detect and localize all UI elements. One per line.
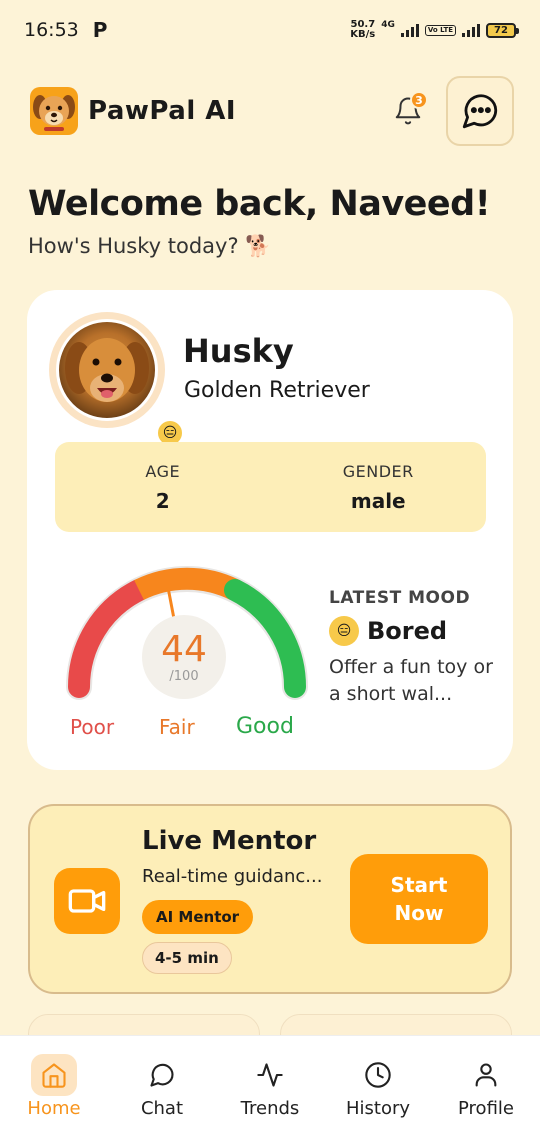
nav-profile-label: Profile — [458, 1098, 514, 1119]
mentor-title: Live Mentor — [142, 826, 317, 856]
mentor-tag-duration: 4-5 min — [142, 942, 232, 974]
gauge-segment-good — [224, 579, 307, 698]
nav-history[interactable]: History — [324, 1036, 432, 1129]
signal-strength-icon-2 — [462, 23, 480, 37]
nav-profile[interactable]: Profile — [432, 1036, 540, 1129]
pet-avatar-ring: 😑 — [49, 312, 185, 448]
bored-face-icon: 😑 — [329, 616, 359, 646]
nav-home[interactable]: Home — [0, 1036, 108, 1129]
signal-strength-icon — [400, 23, 419, 37]
gauge-segment-fair — [134, 567, 240, 600]
nav-history-label: History — [345, 1098, 411, 1119]
latest-mood-title: LATEST MOOD — [329, 588, 471, 608]
latest-mood-value: Bored — [367, 617, 448, 645]
welcome-title: Welcome back, Naveed! — [28, 184, 491, 224]
status-bar: 16:53 P 50.7 KB/s 4G Vo LTE 72 — [0, 0, 540, 60]
battery-icon: 72 — [486, 22, 519, 38]
header-actions: 3 — [390, 76, 514, 146]
pet-breed: Golden Retriever — [184, 378, 370, 403]
video-camera-icon — [54, 868, 120, 934]
gauge-max: /100 — [169, 668, 199, 684]
nav-chat-label: Chat — [140, 1098, 184, 1119]
chat-bubble-icon — [462, 94, 498, 129]
network-speed-unit: KB/s — [350, 29, 376, 40]
gauge-label-fair: Fair — [159, 715, 195, 739]
status-time: 16:53 — [24, 19, 79, 41]
user-icon — [463, 1054, 509, 1096]
network-speed: 50.7 KB/s — [350, 20, 375, 40]
latest-mood-value-row: 😑 Bored — [329, 616, 505, 646]
latest-mood-description: Offer a fun toy or a short wal... — [329, 656, 493, 705]
chat-icon — [139, 1054, 185, 1096]
welcome-subtitle: How's Husky today? 🐕 — [28, 234, 272, 258]
status-left: 16:53 P — [24, 18, 107, 42]
age-label: AGE — [145, 461, 181, 481]
bottom-nav: Home Chat Trends History Profile — [0, 1035, 540, 1129]
dog-logo-icon — [30, 87, 78, 135]
battery-level: 72 — [494, 24, 508, 36]
pet-info-box: AGE 2 GENDER male — [55, 442, 486, 532]
pet-card[interactable]: 😑 Husky Golden Retriever AGE 2 GENDER ma… — [27, 290, 513, 770]
gender-value: male — [350, 488, 406, 513]
age-value: 2 — [155, 488, 170, 513]
live-mentor-card[interactable]: Live Mentor Real-time guidanc... AI Ment… — [28, 804, 512, 994]
notifications-button[interactable]: 3 — [390, 91, 428, 129]
gauge-score: 44 — [161, 628, 207, 670]
nav-chat[interactable]: Chat — [108, 1036, 216, 1129]
mentor-tag-ai: AI Mentor — [142, 900, 254, 934]
notification-badge: 3 — [410, 91, 428, 109]
gender-column: GENDER male — [271, 442, 487, 532]
gender-label: GENDER — [342, 461, 414, 481]
gauge-center: 44 /100 — [142, 615, 226, 699]
parking-app-icon: P — [92, 18, 108, 42]
home-icon — [31, 1054, 77, 1096]
gauge-label-good: Good — [236, 714, 294, 739]
nav-trends-label: Trends — [240, 1098, 300, 1119]
gauge-segment-poor — [67, 579, 150, 698]
app-name: PawPal AI — [88, 96, 237, 126]
volte-icon: Vo LTE — [424, 24, 456, 36]
activity-icon — [247, 1054, 293, 1096]
messages-button[interactable] — [446, 76, 514, 146]
mentor-description: Real-time guidanc... — [142, 866, 323, 887]
clock-icon — [355, 1054, 401, 1096]
start-now-button[interactable]: Start Now — [350, 854, 488, 944]
network-type-label: 4G — [381, 20, 395, 30]
pet-name: Husky — [183, 332, 294, 370]
status-right: 50.7 KB/s 4G Vo LTE 72 — [350, 20, 519, 40]
age-column: AGE 2 — [55, 442, 271, 532]
nav-trends[interactable]: Trends — [216, 1036, 324, 1129]
latest-mood: LATEST MOOD 😑 Bored Offer a fun toy or a… — [329, 588, 505, 708]
nav-home-label: Home — [27, 1098, 81, 1119]
app-header: PawPal AI 3 — [30, 76, 514, 146]
brand: PawPal AI — [30, 87, 236, 135]
pet-avatar — [56, 319, 158, 421]
gauge-label-poor: Poor — [70, 715, 115, 739]
